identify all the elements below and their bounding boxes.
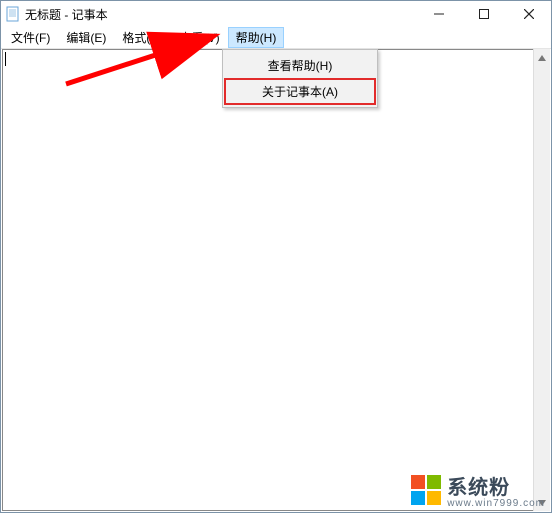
notepad-app-icon [5, 6, 21, 22]
watermark-url: www.win7999.com [447, 498, 545, 509]
close-button[interactable] [506, 1, 551, 27]
client-area [2, 49, 550, 511]
watermark-text-block: 系统粉 www.win7999.com [447, 471, 545, 509]
title-bar[interactable]: 无标题 - 记事本 [1, 1, 551, 27]
menu-help[interactable]: 帮助(H) [228, 27, 285, 48]
logo-tile-br [427, 491, 441, 505]
logo-tile-tr [427, 475, 441, 489]
help-about-item[interactable]: 关于记事本(A) [225, 79, 375, 104]
menu-edit[interactable]: 编辑(E) [58, 27, 114, 48]
help-view-help-item[interactable]: 查看帮助(H) [225, 53, 375, 78]
menu-format[interactable]: 格式(O) [114, 27, 171, 48]
watermark-title: 系统粉 [447, 471, 545, 500]
watermark: 系统粉 www.win7999.com [411, 471, 545, 509]
maximize-button[interactable] [461, 1, 506, 27]
help-dropdown: 查看帮助(H) 关于记事本(A) [222, 49, 378, 108]
scroll-up-button[interactable] [534, 49, 550, 66]
window-controls [416, 1, 551, 27]
logo-tile-bl [411, 491, 425, 505]
minimize-button[interactable] [416, 1, 461, 27]
window-title: 无标题 - 记事本 [25, 6, 416, 23]
text-editor[interactable] [2, 49, 533, 511]
logo-tile-tl [411, 475, 425, 489]
menu-file[interactable]: 文件(F) [3, 27, 58, 48]
vertical-scrollbar[interactable] [533, 49, 550, 511]
notepad-window: 无标题 - 记事本 文件(F) 编辑(E) 格式(O) 查看(V) 帮助(H) [0, 0, 552, 513]
text-caret [5, 52, 6, 66]
menu-view[interactable]: 查看(V) [172, 27, 228, 48]
watermark-logo-icon [411, 475, 441, 505]
menu-bar: 文件(F) 编辑(E) 格式(O) 查看(V) 帮助(H) [1, 27, 551, 49]
